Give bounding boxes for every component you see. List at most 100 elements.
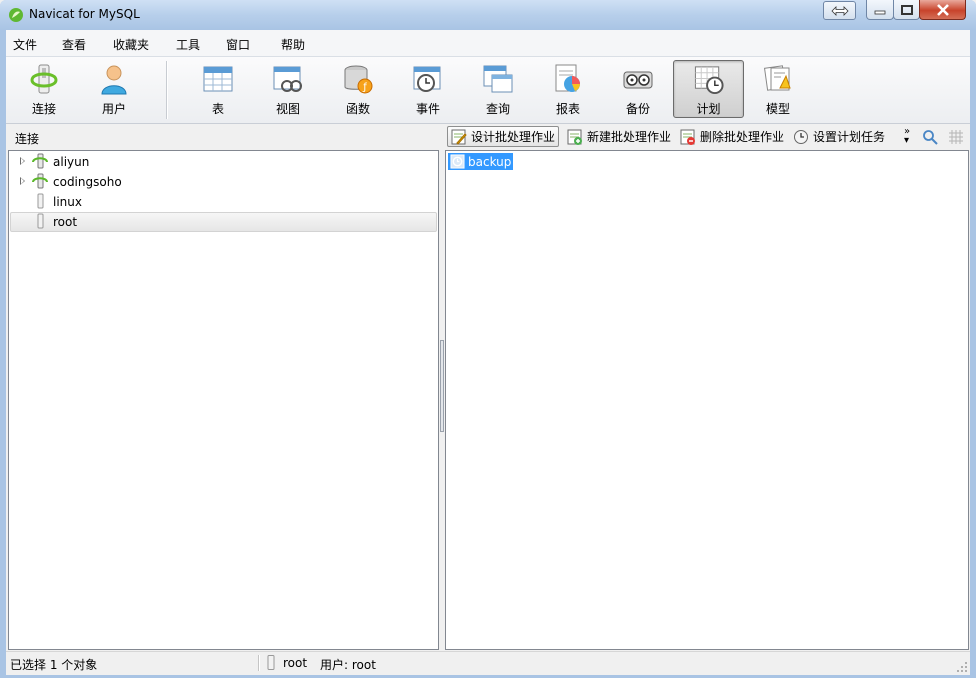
toolbar-view-button[interactable]: 视图 bbox=[255, 60, 321, 118]
menu-tools[interactable]: 工具 bbox=[176, 36, 200, 53]
toolbar-connection-button[interactable]: 连接 bbox=[11, 60, 77, 118]
splitter-handle[interactable] bbox=[440, 340, 444, 432]
toolbar-label: 报表 bbox=[555, 102, 580, 116]
expand-arrow-icon[interactable] bbox=[20, 157, 25, 165]
object-list[interactable]: backup bbox=[445, 150, 969, 650]
event-icon bbox=[413, 66, 441, 92]
toolbar-label: 备份 bbox=[625, 102, 650, 116]
menu-file[interactable]: 文件 bbox=[13, 36, 37, 53]
design-batch-job-label: 设计批处理作业 bbox=[471, 130, 556, 144]
overflow-label: » bbox=[904, 126, 911, 137]
close-icon bbox=[936, 3, 949, 16]
selection-status: 已选择 1 个对象 bbox=[10, 658, 98, 672]
query-icon bbox=[483, 65, 513, 93]
main-toolbar: 连接 用户 表 视图 ƒ 函数 事件 查询 报表 备份 计划 模型 bbox=[6, 57, 970, 124]
connection-status-icon bbox=[267, 655, 275, 670]
set-schedule-label: 设置计划任务 bbox=[813, 130, 886, 144]
toolbar-schedule-button[interactable]: 计划 bbox=[673, 60, 744, 118]
client-area: 文件 查看 收藏夹 工具 窗口 帮助 连接 用户 表 视图 ƒ 函数 事件 查询… bbox=[6, 30, 970, 675]
menu-help[interactable]: 帮助 bbox=[281, 36, 305, 53]
delete-batch-job-label: 删除批处理作业 bbox=[700, 130, 785, 144]
backup-icon bbox=[623, 71, 653, 89]
toolbar-function-button[interactable]: ƒ 函数 bbox=[325, 60, 391, 118]
connection-icon bbox=[30, 64, 58, 94]
menu-bar: 文件 查看 收藏夹 工具 窗口 帮助 bbox=[6, 30, 970, 57]
closed-connection-icon bbox=[37, 193, 44, 209]
minimize-button[interactable] bbox=[866, 0, 894, 20]
menu-view[interactable]: 查看 bbox=[62, 36, 86, 53]
view-icon bbox=[273, 66, 302, 92]
app-window: Navicat for MySQL 文件 查看 收藏夹 工具 窗口 帮助 连接 … bbox=[0, 0, 976, 678]
connection-name: linux bbox=[53, 195, 82, 209]
clock-icon bbox=[794, 129, 808, 144]
toolbar-label: 视图 bbox=[275, 102, 300, 116]
status-user: 用户: root bbox=[320, 658, 376, 672]
status-bar: 已选择 1 个对象 root 用户: root bbox=[6, 651, 970, 675]
connection-item-root[interactable]: root bbox=[10, 212, 437, 232]
model-icon bbox=[763, 65, 791, 91]
toolbar-separator bbox=[166, 61, 168, 119]
menu-favorites[interactable]: 收藏夹 bbox=[113, 36, 149, 53]
grid-view-icon[interactable] bbox=[948, 129, 964, 145]
window-arrange-button[interactable] bbox=[823, 1, 856, 20]
connection-name: root bbox=[53, 215, 78, 229]
maximize-icon bbox=[900, 4, 913, 15]
toolbar-label: 事件 bbox=[415, 102, 440, 116]
toolbar-label: 用户 bbox=[101, 102, 126, 116]
close-button[interactable] bbox=[919, 0, 966, 20]
search-icon[interactable] bbox=[922, 129, 938, 145]
toolbar-label: 查询 bbox=[485, 102, 510, 116]
function-icon: ƒ bbox=[344, 65, 373, 94]
window-title: Navicat for MySQL bbox=[29, 7, 140, 21]
schedule-icon bbox=[694, 66, 724, 95]
toolbar-report-button[interactable]: 报表 bbox=[535, 60, 601, 118]
batch-job-name: backup bbox=[468, 154, 512, 169]
new-batch-job-button[interactable]: 新建批处理作业 bbox=[564, 126, 674, 147]
delete-batch-job-button[interactable]: 删除批处理作业 bbox=[677, 126, 787, 147]
closed-connection-icon bbox=[37, 213, 44, 229]
mysql-connection-icon bbox=[32, 173, 48, 189]
connection-item-linux[interactable]: linux bbox=[10, 192, 437, 212]
toolbar-user-button[interactable]: 用户 bbox=[81, 60, 147, 118]
set-schedule-button[interactable]: 设置计划任务 bbox=[790, 126, 888, 147]
expand-arrow-icon[interactable] bbox=[20, 177, 25, 185]
delete-job-icon bbox=[680, 129, 695, 145]
design-job-icon bbox=[451, 129, 467, 145]
batch-job-item-backup[interactable]: backup bbox=[448, 153, 514, 170]
toolbar-overflow-chevron-icon[interactable]: » ▾ bbox=[904, 126, 911, 146]
toolbar-label: 模型 bbox=[765, 102, 790, 116]
batch-job-icon bbox=[450, 154, 465, 169]
connection-tree[interactable]: aliyun codingsoho linux root bbox=[8, 150, 439, 650]
status-separator bbox=[258, 655, 260, 671]
toolbar-backup-button[interactable]: 备份 bbox=[605, 60, 671, 118]
connection-pane-header: 连接 bbox=[6, 124, 439, 150]
design-batch-job-button[interactable]: 设计批处理作业 bbox=[447, 126, 560, 147]
table-icon bbox=[203, 66, 233, 92]
svg-text:ƒ: ƒ bbox=[362, 82, 367, 93]
mysql-connection-icon bbox=[32, 153, 48, 169]
new-job-icon bbox=[567, 129, 582, 145]
title-bar[interactable]: Navicat for MySQL bbox=[0, 0, 976, 30]
toolbar-table-button[interactable]: 表 bbox=[185, 60, 251, 118]
connection-name: aliyun bbox=[53, 155, 90, 169]
toolbar-query-button[interactable]: 查询 bbox=[465, 60, 531, 118]
report-icon bbox=[555, 64, 580, 92]
menu-window[interactable]: 窗口 bbox=[226, 36, 250, 53]
object-toolbar: 设计批处理作业 新建批处理作业 删除批处理作业 设置计划任务 » ▾ bbox=[445, 124, 970, 150]
connection-item-codingsoho[interactable]: codingsoho bbox=[10, 172, 437, 192]
connection-pane-title: 连接 bbox=[15, 132, 40, 146]
new-batch-job-label: 新建批处理作业 bbox=[587, 130, 672, 144]
connection-item-aliyun[interactable]: aliyun bbox=[10, 152, 437, 172]
navicat-logo-icon bbox=[9, 8, 23, 22]
status-connection: root bbox=[283, 656, 308, 670]
double-arrow-icon bbox=[830, 5, 849, 16]
toolbar-label: 连接 bbox=[31, 102, 56, 116]
minimize-icon bbox=[874, 10, 886, 14]
toolbar-label: 计划 bbox=[696, 102, 721, 116]
toolbar-event-button[interactable]: 事件 bbox=[395, 60, 461, 118]
resize-grip-icon[interactable] bbox=[956, 661, 968, 673]
connection-name: codingsoho bbox=[53, 175, 122, 189]
toolbar-model-button[interactable]: 模型 bbox=[745, 60, 811, 118]
user-icon bbox=[101, 65, 127, 95]
maximize-button[interactable] bbox=[893, 0, 920, 20]
